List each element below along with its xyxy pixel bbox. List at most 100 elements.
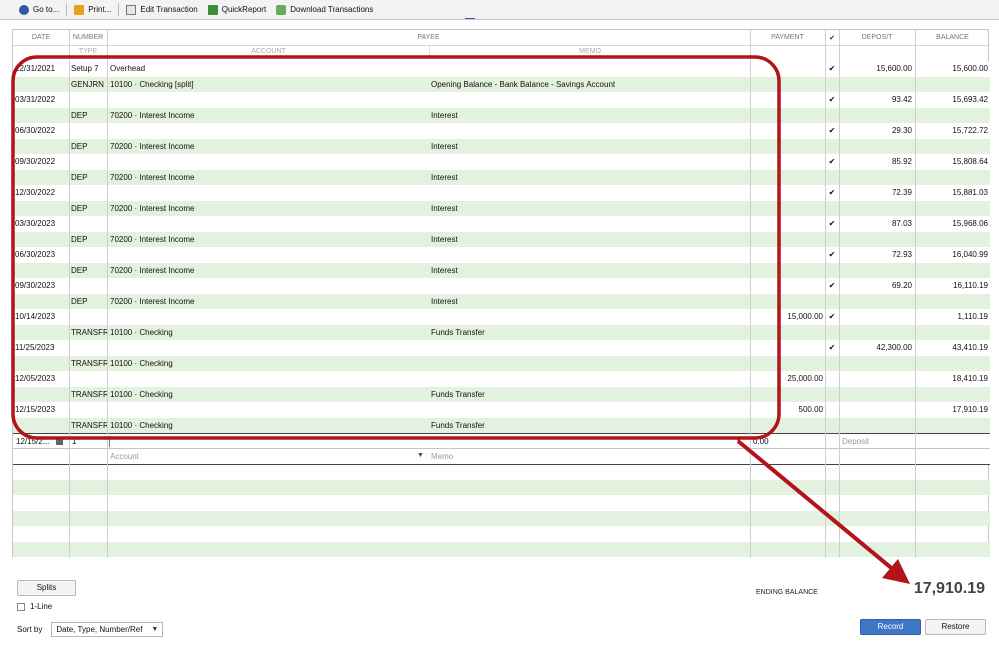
transaction-line-2[interactable]: TRANSFR 10100 · Checking Funds Transfer — [13, 324, 990, 340]
cleared-check-icon[interactable]: ✔ — [826, 340, 838, 356]
transaction-line-1[interactable]: 09/30/2023 ✔ 69.20 16,110.19 — [13, 278, 990, 294]
entry-payment-field[interactable]: 0.00 — [753, 434, 813, 450]
transaction-line-2[interactable]: GENJRN 10100 · Checking [split] Opening Ba… — [13, 76, 990, 92]
transaction-line-1[interactable]: 03/30/2023 ✔ 87.03 15,968.06 — [13, 216, 990, 232]
transaction-line-1[interactable]: 12/05/2023 25,000.00 18,410.19 — [13, 371, 990, 387]
txn-deposit: 72.39 — [891, 188, 912, 197]
txn-deposit: 93.42 — [891, 95, 912, 104]
txn-type: DEP — [71, 110, 88, 120]
txn-date: 12/15/2023 — [15, 405, 56, 414]
column-subheader-row: TYPE ACCOUNT MEMO — [13, 46, 990, 56]
transaction-line-1[interactable]: 03/31/2022 ✔ 93.42 15,693.42 — [13, 92, 990, 108]
header-payment[interactable]: PAYMENT — [750, 30, 825, 45]
transaction-line-2[interactable]: TRANSFR 10100 · Checking Funds Transfer — [13, 386, 990, 402]
one-line-toggle[interactable]: 1-Line — [17, 602, 52, 611]
payee-dropdown-icon[interactable]: ▼ — [735, 437, 742, 444]
cleared-check-icon[interactable]: ✔ — [826, 61, 838, 77]
column-divider — [825, 30, 826, 558]
cleared-check-icon[interactable] — [826, 402, 838, 418]
txn-deposit: 72.93 — [891, 250, 912, 259]
header-type[interactable]: TYPE — [69, 46, 107, 56]
transaction-line-2[interactable]: DEP 70200 · Interest Income Interest — [13, 107, 990, 123]
header-number[interactable]: NUMBER — [69, 30, 107, 45]
print-button[interactable]: Print... — [69, 2, 116, 18]
cleared-check-icon[interactable]: ✔ — [826, 185, 838, 201]
transaction-line-2[interactable]: DEP 70200 · Interest Income Interest — [13, 293, 990, 309]
cleared-check-icon[interactable]: ✔ — [826, 278, 838, 294]
txn-account: 10100 · Checking — [110, 327, 173, 337]
cleared-check-icon[interactable]: ✔ — [826, 247, 838, 263]
cleared-check-icon[interactable]: ✔ — [826, 123, 838, 139]
one-line-checkbox[interactable] — [17, 602, 25, 611]
entry-account-field[interactable]: Account — [110, 449, 410, 465]
transaction-line-1[interactable]: 11/25/2023 ✔ 42,300.00 43,410.19 — [13, 340, 990, 356]
header-account[interactable]: ACCOUNT — [107, 46, 430, 56]
txn-date: 09/30/2023 — [15, 281, 56, 290]
transaction-line-2[interactable]: DEP 70200 · Interest Income Interest — [13, 262, 990, 278]
txn-deposit: 42,300.00 — [876, 343, 912, 352]
header-payee[interactable]: PAYEE — [107, 30, 750, 45]
header-date[interactable]: DATE — [13, 30, 69, 45]
transaction-line-1[interactable]: 10/14/2023 15,000.00 ✔ 1,110.19 — [13, 309, 990, 325]
header-deposit[interactable]: DEPOSIT — [839, 30, 915, 45]
entry-deposit-field[interactable]: Deposit — [842, 434, 912, 450]
transaction-line-2[interactable]: DEP 70200 · Interest Income Interest — [13, 200, 990, 216]
transaction-line-2[interactable]: DEP 70200 · Interest Income Interest — [13, 138, 990, 154]
restore-button[interactable]: Restore — [925, 619, 986, 635]
transaction-line-2[interactable]: TRANSFR 10100 · Checking Funds Transfer — [13, 417, 990, 433]
transaction-line-2[interactable]: TRANSFR 10100 · Checking — [13, 355, 990, 372]
account-dropdown-icon[interactable]: ▼ — [417, 452, 424, 459]
entry-date-field[interactable]: 12/15/2... — [16, 434, 56, 450]
txn-payment — [753, 216, 823, 232]
txn-memo: Interest — [431, 172, 458, 182]
txn-payee — [110, 92, 410, 108]
cleared-check-icon[interactable]: ✔ — [826, 154, 838, 170]
txn-date: 12/31/2021 — [15, 64, 56, 73]
txn-number — [71, 340, 106, 356]
txn-account: 10100 · Checking — [110, 389, 173, 399]
goto-icon — [19, 4, 29, 15]
transaction-line-1[interactable]: 06/30/2022 ✔ 29.30 15,722.72 — [13, 123, 990, 139]
edit-transaction-button[interactable]: Edit Transaction — [121, 2, 202, 18]
transaction-line-1[interactable]: 12/30/2022 ✔ 72.39 15,881.03 — [13, 185, 990, 201]
txn-account: 70200 · Interest Income — [110, 141, 195, 151]
header-balance[interactable]: BALANCE — [915, 30, 990, 45]
sort-by-select[interactable]: Date, Type, Number/Ref ▼ — [51, 622, 164, 637]
register-toolbar: Go to... Print... Edit Transaction Quick… — [0, 0, 999, 20]
download-transactions-button[interactable]: Download Transactions — [271, 2, 378, 18]
calendar-icon[interactable] — [56, 438, 63, 445]
entry-memo-field[interactable]: Memo — [431, 449, 731, 465]
goto-button[interactable]: Go to... — [14, 2, 64, 18]
cleared-check-icon[interactable]: ✔ — [826, 309, 838, 325]
transaction-line-1[interactable]: 06/30/2023 ✔ 72.93 16,040.99 — [13, 247, 990, 263]
txn-number — [71, 371, 106, 387]
txn-payee — [110, 216, 410, 232]
cleared-check-icon[interactable] — [826, 371, 838, 387]
txn-type: TRANSFR — [71, 389, 107, 399]
transaction-line-1[interactable]: 12/15/2023 500.00 17,910.19 — [13, 402, 990, 418]
entry-number-field[interactable]: 1 — [72, 434, 102, 450]
quickreport-button[interactable]: QuickReport — [203, 2, 271, 18]
txn-memo — [431, 356, 749, 372]
transaction-line-2[interactable]: DEP 70200 · Interest Income Interest — [13, 231, 990, 247]
txn-number — [71, 247, 106, 263]
txn-deposit: 29.30 — [891, 126, 912, 135]
entry-payee-field[interactable] — [109, 436, 729, 447]
transaction-line-1[interactable]: 09/30/2022 ✔ 85.92 15,808.64 — [13, 154, 990, 170]
txn-account: 10100 · Checking [split] — [110, 79, 194, 89]
txn-date: 03/31/2022 — [15, 95, 56, 104]
cleared-check-icon[interactable]: ✔ — [826, 216, 838, 232]
txn-payee — [110, 247, 410, 263]
header-memo[interactable]: MEMO — [430, 46, 750, 56]
txn-type: DEP — [71, 141, 88, 151]
txn-balance: 15,808.64 — [952, 157, 988, 166]
transaction-line-2[interactable]: DEP 70200 · Interest Income Interest — [13, 169, 990, 185]
record-button[interactable]: Record — [860, 619, 921, 635]
empty-row — [13, 480, 990, 495]
transaction-line-1[interactable]: 12/31/2021 Setup 7 Overhead ✔ 15,600.00 15,60… — [13, 61, 990, 77]
header-cleared[interactable]: ✔ — [825, 30, 839, 45]
txn-payee — [110, 309, 410, 325]
splits-button[interactable]: Splits — [17, 580, 76, 596]
cleared-check-icon[interactable]: ✔ — [826, 92, 838, 108]
txn-payee — [110, 371, 410, 387]
